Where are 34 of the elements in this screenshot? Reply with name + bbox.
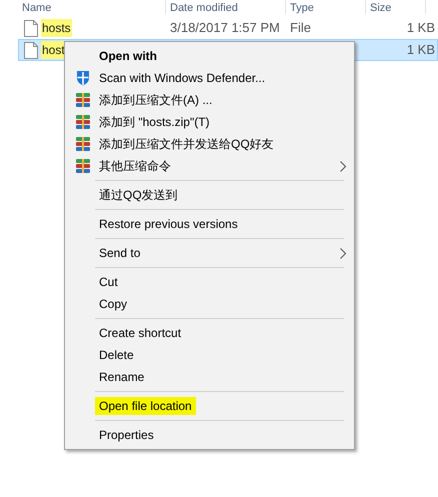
menu-item[interactable]: Delete — [65, 344, 354, 366]
menu-item[interactable]: 添加到 "hosts.zip"(T) — [65, 111, 354, 133]
archive-icon — [75, 136, 91, 152]
menu-item[interactable]: Open file location — [65, 395, 354, 417]
menu-item[interactable]: Rename — [65, 366, 354, 388]
column-header[interactable]: Name — [22, 3, 52, 14]
shield-icon — [75, 70, 91, 86]
archive-icon — [75, 92, 91, 108]
menu-item[interactable]: Properties — [65, 424, 354, 446]
archive-icon — [75, 114, 91, 130]
menu-item[interactable]: Restore previous versions — [65, 213, 354, 235]
type-cell-text: File — [290, 19, 311, 38]
size-cell-text: 1 KB — [406, 41, 435, 60]
menu-item[interactable]: Create shortcut — [65, 322, 354, 344]
menu-item[interactable]: 添加到压缩文件(A) ... — [65, 89, 354, 111]
menu-item[interactable]: 其他压缩命令 — [65, 155, 354, 177]
date-cell-text: 3/18/2017 1:57 PM — [170, 19, 280, 38]
file-icon — [24, 42, 38, 58]
column-header[interactable]: Date modified — [170, 3, 238, 14]
menu-item[interactable]: Copy — [65, 293, 354, 315]
menu-item[interactable]: Send to — [65, 242, 354, 264]
archive-icon — [75, 158, 91, 174]
menu-item[interactable]: 添加到压缩文件并发送给QQ好友 — [65, 133, 354, 155]
file-name: host — [41, 41, 66, 59]
file-row[interactable]: hosts 3/18/2017 1:57 PM File 1 KB — [18, 17, 438, 39]
column-header[interactable]: Size — [370, 3, 392, 14]
file-name: hosts — [41, 19, 72, 37]
size-cell-text: 1 KB — [406, 19, 435, 38]
file-icon — [24, 20, 38, 36]
menu-item[interactable]: 通过QQ发送到 — [65, 184, 354, 206]
menu-item[interactable]: Open with — [65, 45, 354, 67]
menu-item[interactable]: Scan with Windows Defender... — [65, 67, 354, 89]
menu-item[interactable]: Cut — [65, 271, 354, 293]
column-header[interactable]: Type — [290, 3, 314, 14]
